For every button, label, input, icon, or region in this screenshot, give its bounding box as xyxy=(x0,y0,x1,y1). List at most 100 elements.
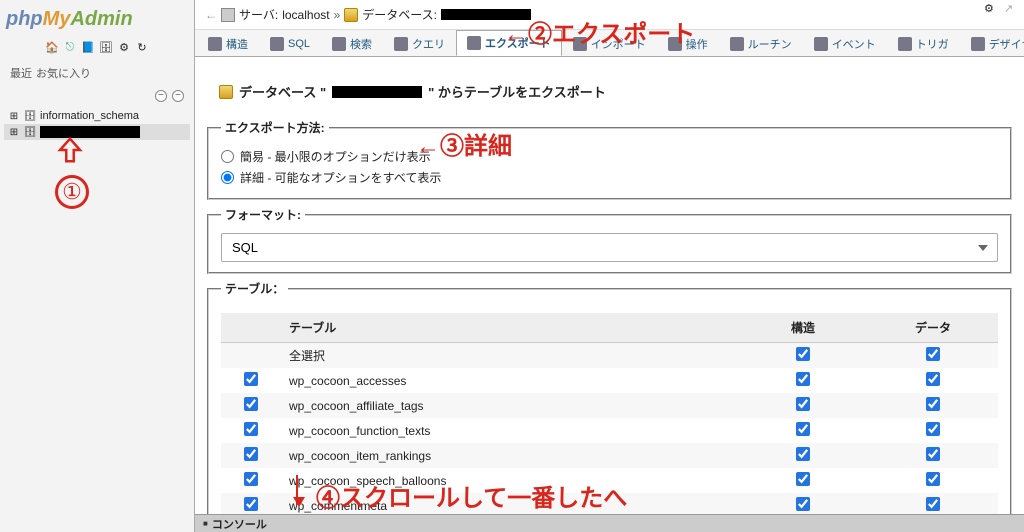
row-checkbox[interactable] xyxy=(244,472,258,486)
breadcrumb: ← サーバ: localhost » データベース: xyxy=(195,0,1024,30)
server-label: サーバ: xyxy=(239,6,278,23)
tab-label: 操作 xyxy=(686,36,708,52)
settings-icon[interactable]: ⚙ xyxy=(984,2,998,16)
home-icon[interactable]: 🏠 xyxy=(44,39,60,55)
tables-fieldset: テーブル： テーブル 構造 データ 全選択 wp_cocoon_accesses… xyxy=(207,280,1012,514)
db-label: データベース: xyxy=(362,6,437,23)
tab-label: インポート xyxy=(591,36,646,52)
db-tree: ⊞ 🗄 information_schema ⊞ 🗄 xyxy=(0,104,194,144)
table-row-selectall: 全選択 xyxy=(221,343,998,369)
console-bar[interactable]: コンソール xyxy=(195,514,1024,532)
favorites-label[interactable]: お気に入り xyxy=(36,65,91,81)
tab-label: 検索 xyxy=(350,36,372,52)
sql-icon[interactable]: 🗄 xyxy=(98,39,114,55)
gear-icon[interactable]: ⚙ xyxy=(116,39,132,55)
row-structure-checkbox[interactable] xyxy=(796,497,810,511)
row-checkbox[interactable] xyxy=(244,422,258,436)
row-data-checkbox[interactable] xyxy=(926,422,940,436)
format-legend: フォーマット: xyxy=(221,206,305,223)
row-structure-checkbox[interactable] xyxy=(796,422,810,436)
tab-structure[interactable]: 構造 xyxy=(197,30,259,56)
table-row: wp_cocoon_speech_balloons xyxy=(221,468,998,493)
main-content: データベース " " からテーブルをエクスポート エクスポート方法: 簡易 - … xyxy=(195,72,1024,514)
tab-export[interactable]: エクスポート xyxy=(456,30,562,56)
row-name: wp_cocoon_item_rankings xyxy=(281,443,738,468)
logo-part1: php xyxy=(6,8,43,31)
collapse-icon[interactable]: − xyxy=(172,90,184,102)
recent-label[interactable]: 最近 xyxy=(10,65,32,81)
row-name: wp_cocoon_function_texts xyxy=(281,418,738,443)
selectall-data-checkbox[interactable] xyxy=(926,347,940,361)
reload-icon[interactable]: ↻ xyxy=(134,39,150,55)
row-name: wp_commentmeta xyxy=(281,493,738,514)
row-name: wp_cocoon_affiliate_tags xyxy=(281,393,738,418)
tree-item-information-schema[interactable]: ⊞ 🗄 information_schema xyxy=(4,108,190,124)
row-data-checkbox[interactable] xyxy=(926,397,940,411)
sql-tab-icon xyxy=(270,37,284,51)
table-row: wp_cocoon_function_texts xyxy=(221,418,998,443)
tree-item-selected-db[interactable]: ⊞ 🗄 xyxy=(4,124,190,140)
tables-table: テーブル 構造 データ 全選択 wp_cocoon_accesses wp_co… xyxy=(221,313,998,514)
tab-events[interactable]: イベント xyxy=(803,30,887,56)
redacted-db-name xyxy=(40,126,140,138)
arrow-icon[interactable]: ↗ xyxy=(1004,2,1018,16)
row-data-checkbox[interactable] xyxy=(926,372,940,386)
row-structure-checkbox[interactable] xyxy=(796,447,810,461)
radio-detail[interactable] xyxy=(221,171,234,184)
row-name: wp_cocoon_speech_balloons xyxy=(281,468,738,493)
format-select[interactable]: SQL xyxy=(221,233,998,262)
expand-icon[interactable]: ⊞ xyxy=(8,126,20,138)
radio-simple-row[interactable]: 簡易 - 最小限のオプションだけ表示 xyxy=(221,146,998,167)
docs-icon[interactable]: 📘 xyxy=(80,39,96,55)
row-structure-checkbox[interactable] xyxy=(796,397,810,411)
tab-label: エクスポート xyxy=(485,35,551,51)
search-icon xyxy=(332,37,346,51)
row-data-checkbox[interactable] xyxy=(926,447,940,461)
tab-operations[interactable]: 操作 xyxy=(657,30,719,56)
row-checkbox[interactable] xyxy=(244,447,258,461)
row-checkbox[interactable] xyxy=(244,497,258,511)
radio-simple-label: 簡易 - 最小限のオプションだけ表示 xyxy=(240,148,431,165)
operations-icon xyxy=(668,37,682,51)
table-header-row: テーブル 構造 データ xyxy=(221,313,998,343)
nav-left-icon[interactable]: ← xyxy=(205,8,217,22)
expand-icon[interactable]: ⊞ xyxy=(8,110,20,122)
routines-icon xyxy=(730,37,744,51)
tab-routines[interactable]: ルーチン xyxy=(719,30,803,56)
tab-triggers[interactable]: トリガ xyxy=(887,30,960,56)
database-icon xyxy=(344,8,358,22)
exit-icon[interactable]: ⎋ xyxy=(62,39,78,55)
row-checkbox[interactable] xyxy=(244,372,258,386)
row-checkbox[interactable] xyxy=(244,397,258,411)
table-row: wp_commentmeta xyxy=(221,493,998,514)
select-all-label[interactable]: 全選択 xyxy=(281,343,738,369)
collapse-all-icon[interactable]: − xyxy=(155,90,167,102)
title-prefix: データベース " xyxy=(239,82,326,101)
breadcrumb-sep: » xyxy=(334,8,341,22)
header-structure: 構造 xyxy=(738,313,868,343)
row-data-checkbox[interactable] xyxy=(926,497,940,511)
structure-icon xyxy=(208,37,222,51)
tab-search[interactable]: 検索 xyxy=(321,30,383,56)
radio-detail-row[interactable]: 詳細 - 可能なオプションをすべて表示 xyxy=(221,167,998,188)
tabbar: 構造 SQL 検索 クエリ エクスポート インポート 操作 ルーチン イベント … xyxy=(195,30,1024,57)
format-fieldset: フォーマット: SQL xyxy=(207,206,1012,274)
radio-simple[interactable] xyxy=(221,150,234,163)
redacted-db-value[interactable] xyxy=(441,9,531,20)
tree-item-label: information_schema xyxy=(40,110,139,122)
row-data-checkbox[interactable] xyxy=(926,472,940,486)
logo-part3: Admin xyxy=(70,8,132,31)
server-value[interactable]: localhost xyxy=(282,8,329,22)
database-icon xyxy=(219,85,233,99)
logo[interactable]: phpMyAdmin xyxy=(0,0,194,35)
export-method-legend: エクスポート方法: xyxy=(221,119,329,136)
tab-designer[interactable]: デザイナ xyxy=(960,30,1024,56)
tab-query[interactable]: クエリ xyxy=(383,30,456,56)
tab-import[interactable]: インポート xyxy=(562,30,657,56)
designer-icon xyxy=(971,37,985,51)
row-structure-checkbox[interactable] xyxy=(796,472,810,486)
tab-sql[interactable]: SQL xyxy=(259,30,321,56)
triggers-icon xyxy=(898,37,912,51)
row-structure-checkbox[interactable] xyxy=(796,372,810,386)
selectall-structure-checkbox[interactable] xyxy=(796,347,810,361)
